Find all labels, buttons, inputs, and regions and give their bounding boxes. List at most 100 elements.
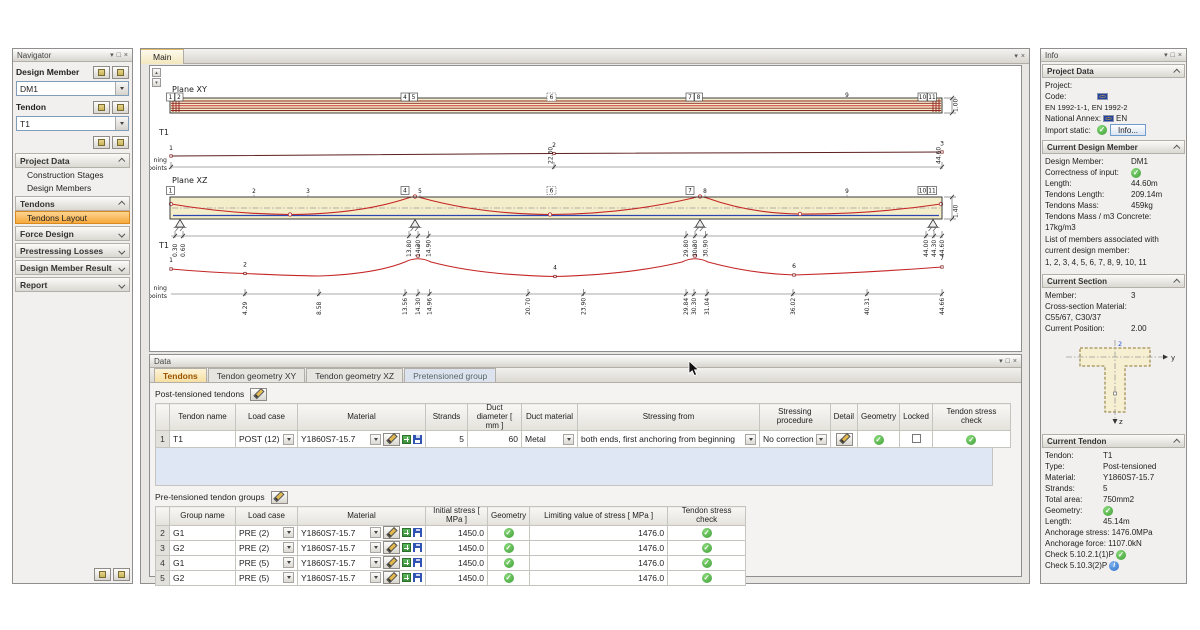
material-cell[interactable]: Y1860S7-15.7	[298, 540, 426, 555]
dock-icon[interactable]: ▾	[1164, 52, 1168, 59]
drawing-canvas[interactable]: ▴ ▾ Plane XY	[149, 65, 1022, 352]
tendon-select[interactable]: T1	[16, 116, 129, 131]
load-case-cell[interactable]: PRE (2)	[236, 540, 298, 555]
load-case-cell[interactable]: POST (12)	[236, 431, 298, 448]
material-table-icon[interactable]	[402, 435, 411, 444]
save-icon[interactable]	[413, 543, 422, 552]
edit-material-button[interactable]	[383, 571, 400, 584]
design-member-add-button[interactable]	[93, 66, 110, 79]
chevron-down-icon[interactable]	[816, 434, 827, 445]
load-case-cell[interactable]: PRE (5)	[236, 555, 298, 570]
tab-pretensioned-group[interactable]: Pretensioned group	[404, 368, 496, 382]
design-member-select[interactable]: DM1	[16, 81, 129, 96]
tab-tendon-geometry-xy[interactable]: Tendon geometry XY	[208, 368, 305, 382]
tab-main[interactable]: Main	[141, 49, 184, 64]
chevron-down-icon[interactable]	[370, 542, 381, 553]
edit-post-tendons-button[interactable]	[250, 388, 267, 401]
info-section-current-section[interactable]: Current Section	[1042, 274, 1185, 288]
nav-section-project-data[interactable]: Project Data	[15, 153, 130, 168]
row-number[interactable]: 4	[156, 555, 170, 570]
nav-section-prestressing-losses[interactable]: Prestressing Losses	[15, 243, 130, 258]
material-table-icon[interactable]	[402, 573, 411, 582]
chevron-down-icon[interactable]	[283, 572, 294, 583]
nav-bottom-button-1[interactable]	[94, 568, 111, 581]
limit-stress-cell[interactable]: 1476.0	[530, 555, 668, 570]
nav-item-design-members[interactable]: Design Members	[15, 181, 130, 194]
load-case-cell[interactable]: PRE (2)	[236, 525, 298, 540]
tendon-name-cell[interactable]: T1	[170, 431, 236, 448]
initial-stress-cell[interactable]: 1450.0	[426, 570, 488, 585]
locked-cell[interactable]	[900, 431, 933, 448]
material-cell[interactable]: Y1860S7-15.7	[298, 555, 426, 570]
tab-tendon-geometry-xz[interactable]: Tendon geometry XZ	[306, 368, 403, 382]
info-section-current-tendon[interactable]: Current Tendon	[1042, 434, 1185, 448]
material-table-icon[interactable]	[402, 543, 411, 552]
edit-pre-groups-button[interactable]	[271, 491, 288, 504]
limit-stress-cell[interactable]: 1476.0	[530, 525, 668, 540]
stressing-procedure-cell[interactable]: No correction	[760, 431, 831, 448]
row-number[interactable]: 2	[156, 525, 170, 540]
collapse-view-button[interactable]: ▾	[152, 78, 161, 87]
save-icon[interactable]	[413, 573, 422, 582]
float-icon[interactable]: □	[1006, 358, 1010, 365]
edit-material-button[interactable]	[383, 556, 400, 569]
save-icon[interactable]	[413, 435, 422, 444]
limit-stress-cell[interactable]: 1476.0	[530, 570, 668, 585]
nav-section-design-member-result[interactable]: Design Member Result	[15, 260, 130, 275]
chevron-down-icon[interactable]	[283, 557, 294, 568]
locked-checkbox[interactable]	[912, 434, 921, 443]
nav-section-tendons[interactable]: Tendons	[15, 196, 130, 211]
nav-item-tendons-layout[interactable]: Tendons Layout	[15, 211, 130, 224]
nav-item-construction-stages[interactable]: Construction Stages	[15, 168, 130, 181]
detail-button[interactable]	[836, 433, 853, 446]
tab-tendons[interactable]: Tendons	[154, 368, 207, 382]
dock-icon[interactable]: ▾	[999, 358, 1003, 365]
group-name-cell[interactable]: G1	[170, 555, 236, 570]
info-button[interactable]: Info...	[1110, 124, 1146, 136]
dock-icon[interactable]: ▾	[110, 52, 114, 59]
strands-cell[interactable]: 5	[426, 431, 468, 448]
tendon-tool-button-2[interactable]	[112, 136, 129, 149]
material-table-icon[interactable]	[402, 558, 411, 567]
design-member-edit-button[interactable]	[112, 66, 129, 79]
detail-cell[interactable]	[830, 431, 857, 448]
close-icon[interactable]: ×	[1021, 53, 1025, 60]
group-name-cell[interactable]: G1	[170, 525, 236, 540]
float-icon[interactable]: □	[117, 52, 121, 59]
float-icon[interactable]: □	[1171, 52, 1175, 59]
edit-material-button[interactable]	[383, 526, 400, 539]
nav-section-report[interactable]: Report	[15, 277, 130, 292]
material-cell[interactable]: Y1860S7-15.7	[298, 570, 426, 585]
row-number[interactable]: 1	[156, 431, 170, 448]
initial-stress-cell[interactable]: 1450.0	[426, 555, 488, 570]
nav-section-force-design[interactable]: Force Design	[15, 226, 130, 241]
pin-icon[interactable]: ▾	[1014, 53, 1018, 60]
tendon-tool-button-1[interactable]	[93, 136, 110, 149]
duct-diameter-cell[interactable]: 60	[468, 431, 522, 448]
chevron-down-icon[interactable]	[283, 542, 294, 553]
chevron-down-icon[interactable]	[115, 117, 128, 130]
stressing-from-cell[interactable]: both ends, first anchoring from beginnin…	[578, 431, 760, 448]
edit-material-button[interactable]	[383, 433, 400, 446]
material-table-icon[interactable]	[402, 528, 411, 537]
group-name-cell[interactable]: G2	[170, 540, 236, 555]
chevron-down-icon[interactable]	[563, 434, 574, 445]
duct-material-cell[interactable]: Metal	[522, 431, 578, 448]
row-number[interactable]: 3	[156, 540, 170, 555]
material-cell[interactable]: Y1860S7-15.7	[298, 431, 426, 448]
chevron-down-icon[interactable]	[283, 434, 294, 445]
chevron-down-icon[interactable]	[370, 557, 381, 568]
info-section-project-data[interactable]: Project Data	[1042, 64, 1185, 78]
close-icon[interactable]: ×	[124, 52, 128, 59]
save-icon[interactable]	[413, 558, 422, 567]
expand-view-button[interactable]: ▴	[152, 68, 161, 77]
chevron-down-icon[interactable]	[370, 527, 381, 538]
tendon-add-button[interactable]	[93, 101, 110, 114]
limit-stress-cell[interactable]: 1476.0	[530, 540, 668, 555]
tendon-edit-button[interactable]	[112, 101, 129, 114]
chevron-down-icon[interactable]	[745, 434, 756, 445]
initial-stress-cell[interactable]: 1450.0	[426, 525, 488, 540]
chevron-down-icon[interactable]	[370, 572, 381, 583]
chevron-down-icon[interactable]	[115, 82, 128, 95]
load-case-cell[interactable]: PRE (5)	[236, 570, 298, 585]
